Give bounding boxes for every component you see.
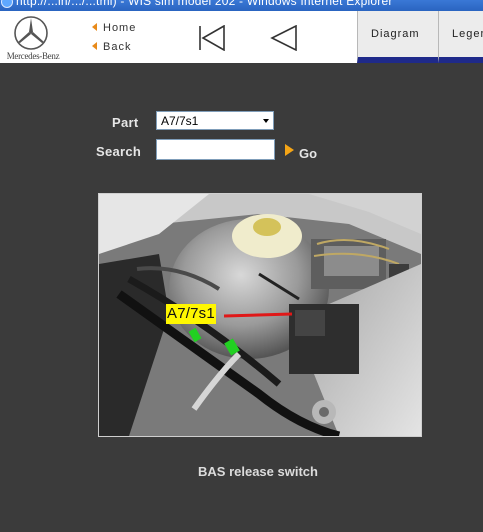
header: Mercedes-Benz Home Back Diagram Legend — [0, 11, 483, 63]
tab-diagram[interactable]: Diagram — [357, 11, 438, 63]
brand-name: Mercedes-Benz — [6, 51, 60, 61]
part-select-value: A7/7s1 — [161, 114, 199, 128]
tab-legend[interactable]: Legend — [438, 11, 483, 63]
search-label: Search — [96, 144, 142, 159]
part-select[interactable]: A7/7s1 — [156, 111, 274, 130]
back-link-label: Back — [103, 41, 132, 53]
window-title: http://...in/.../...tml) - WIS sim model… — [16, 0, 393, 8]
skip-to-first-icon — [199, 24, 225, 52]
search-input[interactable] — [156, 139, 275, 160]
component-photo: A7/7s1 — [98, 193, 422, 437]
pointer-line — [223, 312, 293, 318]
part-caption: BAS release switch — [198, 464, 318, 479]
left-arrow-icon — [92, 23, 97, 31]
go-arrow-icon — [285, 144, 294, 156]
back-link[interactable]: Back — [92, 41, 136, 60]
browser-title-bar: http://...in/.../...tml) - WIS sim model… — [0, 0, 483, 11]
mercedes-star-icon — [14, 16, 48, 50]
browser-icon — [1, 0, 13, 8]
first-page-button[interactable] — [197, 24, 227, 56]
home-link[interactable]: Home — [92, 22, 136, 41]
previous-arrow-icon — [270, 24, 297, 52]
left-arrow-icon — [92, 42, 97, 50]
part-label: Part — [112, 115, 139, 130]
mercedes-logo: Mercedes-Benz — [0, 11, 66, 63]
tab-legend-label: Legend — [452, 28, 483, 40]
dropdown-caret-icon — [263, 119, 269, 123]
part-callout-label: A7/7s1 — [166, 304, 216, 324]
home-link-label: Home — [103, 22, 137, 34]
nav-links: Home Back — [92, 22, 136, 60]
previous-page-button[interactable] — [270, 24, 298, 56]
engine-bay-image — [99, 194, 421, 436]
go-button-label: Go — [299, 146, 318, 161]
tab-diagram-label: Diagram — [371, 28, 420, 40]
